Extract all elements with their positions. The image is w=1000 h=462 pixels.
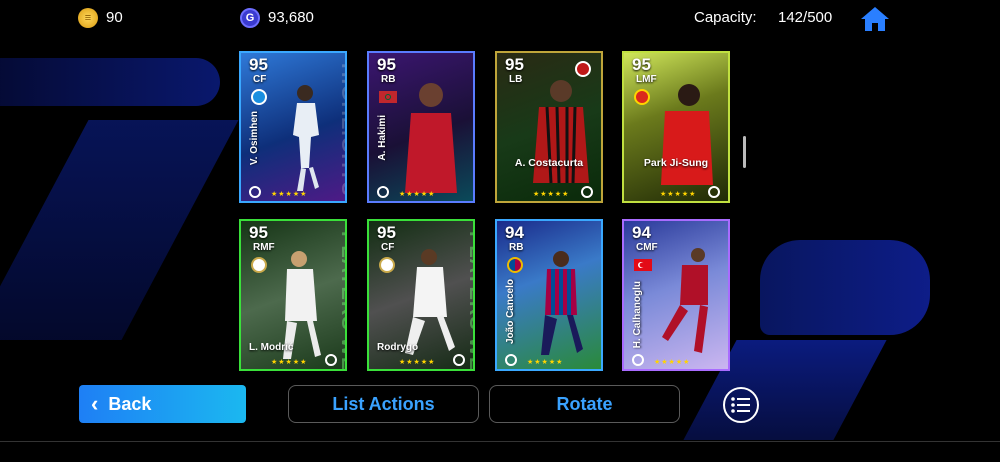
card-stars: ★★★★★ (654, 359, 691, 366)
card-player-name: A. Costacurta (514, 157, 584, 169)
card-position: CF (253, 74, 267, 85)
efootball-logo-icon (453, 354, 465, 366)
scrollbar[interactable] (743, 136, 746, 168)
morocco-flag-icon (379, 91, 397, 103)
card-stars: ★★★★★ (271, 191, 308, 198)
turkey-flag-icon (634, 259, 652, 271)
background-stripe (0, 120, 239, 340)
efootball-logo-icon (581, 186, 593, 198)
player-card[interactable]: 95 LMF Park Ji-Sung ★★★★★ (622, 51, 730, 203)
card-rating: 95 (249, 55, 268, 74)
back-button-label: Back (108, 393, 152, 414)
efootball-logo-icon (325, 354, 337, 366)
card-rating: 95 (505, 55, 524, 74)
gold-coin-count: 90 (106, 9, 123, 26)
efootball-logo-icon (632, 354, 644, 366)
card-position: CF (381, 242, 395, 253)
player-card[interactable]: 94 CMF H. Calhanoglu ★★★★★ (622, 219, 730, 371)
player-image (662, 248, 708, 353)
card-player-name: Rodrygo (377, 342, 419, 353)
coin-icon: ≡ (78, 8, 98, 28)
player-image (541, 251, 583, 355)
card-decoration-text: PLAYERS WEEK (337, 231, 347, 371)
divider (0, 441, 1000, 442)
card-position: RMF (253, 242, 275, 253)
chevron-left-icon: ‹ (91, 391, 99, 416)
list-menu-button[interactable] (723, 387, 759, 423)
card-stars: ★★★★★ (399, 191, 436, 198)
player-card[interactable]: 95 RB A. Hakimi ★★★★★ (367, 51, 475, 203)
rotate-button[interactable]: Rotate (489, 385, 680, 423)
club-badge-icon (634, 89, 650, 105)
card-player-name: V. Osimhen (249, 111, 260, 166)
list-actions-label: List Actions (332, 393, 435, 414)
background-stripe (0, 58, 220, 106)
capacity-label: Capacity: (694, 9, 757, 26)
list-actions-button[interactable]: List Actions (288, 385, 479, 423)
efootball-logo-icon (505, 354, 517, 366)
player-card[interactable]: PLAYERS WEEK 95 CF Rodrygo ★★★★★ (367, 219, 475, 371)
home-icon[interactable] (860, 6, 890, 32)
efootball-logo-icon (708, 186, 720, 198)
back-button[interactable]: ‹ Back (79, 385, 246, 423)
club-badge-icon (251, 89, 267, 105)
capacity-value: 142/500 (778, 9, 833, 26)
card-stars: ★★★★★ (399, 359, 436, 366)
card-rating: 94 (505, 223, 524, 242)
club-badge-icon (379, 257, 395, 273)
card-decoration-text: PLAYERS WEEK (465, 231, 475, 371)
player-image (533, 80, 589, 184)
player-image (405, 83, 457, 193)
background-stripe (760, 240, 930, 335)
rotate-label: Rotate (556, 393, 613, 414)
player-card[interactable]: 95 LB A. Costacurta ★★★★★ (495, 51, 603, 203)
card-rating: 95 (377, 223, 396, 242)
card-position: LMF (636, 74, 657, 85)
card-position: RB (381, 74, 396, 85)
player-image (661, 84, 713, 185)
player-card[interactable]: PLAYERS WEEK 95 RMF L. Modrić ★★★★★ (239, 219, 347, 371)
card-position: CMF (636, 242, 658, 253)
card-position: LB (509, 74, 523, 85)
card-stars: ★★★★★ (271, 359, 308, 366)
efootball-logo-icon (249, 186, 261, 198)
card-position: RB (509, 242, 524, 253)
club-badge-icon (251, 257, 267, 273)
card-player-name: L. Modrić (249, 342, 294, 353)
card-rating: 95 (632, 55, 651, 74)
club-badge-icon (575, 61, 591, 77)
card-player-name: Park Ji-Sung (643, 157, 709, 169)
player-image (293, 85, 319, 191)
club-badge-icon (507, 257, 523, 273)
player-card[interactable]: 94 RB João Cancelo ★★★★★ (495, 219, 603, 371)
card-player-name: João Cancelo (505, 279, 516, 345)
gp-icon: G (240, 8, 260, 28)
card-player-name: A. Hakimi (377, 115, 388, 161)
card-stars: ★★★★★ (533, 191, 570, 198)
player-card[interactable]: HIGHLIGHTS 95 CF V. Osimhen ★★★★★ (239, 51, 347, 203)
card-rating: 95 (377, 55, 396, 74)
card-stars: ★★★★★ (527, 359, 564, 366)
card-decoration-text: HIGHLIGHTS (337, 63, 347, 197)
list-menu-icon (731, 397, 750, 413)
gp-count: 93,680 (268, 9, 314, 26)
efootball-logo-icon (377, 186, 389, 198)
card-rating: 95 (249, 223, 268, 242)
card-rating: 94 (632, 223, 651, 242)
card-player-name: H. Calhanoglu (632, 281, 643, 349)
top-bar: ≡ 90 G 93,680 Capacity: 142/500 (0, 0, 1000, 36)
card-stars: ★★★★★ (660, 191, 697, 198)
